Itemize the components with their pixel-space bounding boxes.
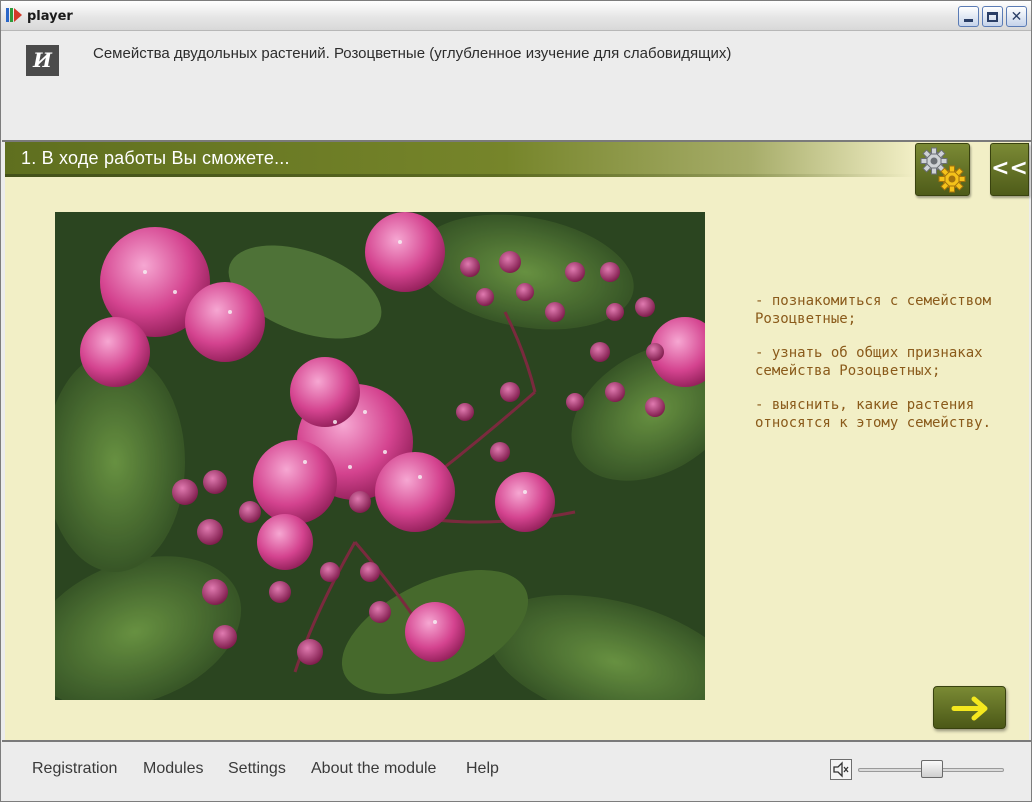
window-title: player: [27, 9, 73, 24]
course-title: Семейства двудольных растений. Розоцветн…: [93, 45, 732, 62]
minimize-button[interactable]: [958, 6, 979, 27]
maximize-icon: [987, 11, 998, 22]
volume-slider-thumb[interactable]: [921, 760, 943, 778]
minimize-icon: [964, 19, 973, 22]
double-chevron-left-icon: <<: [991, 156, 1028, 181]
title-bar: player ✕: [1, 1, 1031, 31]
nav-modules[interactable]: Modules: [143, 760, 203, 778]
close-button[interactable]: ✕: [1006, 6, 1027, 27]
nav-settings[interactable]: Settings: [228, 760, 286, 778]
nav-help[interactable]: Help: [466, 760, 499, 778]
collapse-panel-button[interactable]: <<: [990, 143, 1029, 196]
section-title: 1. В ходе работы Вы сможете...: [21, 148, 290, 168]
settings-button[interactable]: [915, 143, 970, 196]
maximize-button[interactable]: [982, 6, 1003, 27]
logo: И: [26, 45, 59, 76]
course-header: И Семейства двудольных растений. Розоцве…: [2, 32, 1031, 140]
mute-button[interactable]: [830, 759, 852, 780]
player-window: player ✕ И Семейства двудольных растений…: [0, 0, 1032, 802]
flower-photo-image: [55, 212, 705, 700]
objective-item: - познакомиться с семейством Розоцветные…: [755, 293, 992, 327]
footer-bar: Registration Modules Settings About the …: [2, 742, 1031, 801]
close-icon: ✕: [1010, 8, 1023, 25]
objective-item: - выяснить, какие растения относятся к э…: [755, 397, 992, 431]
gear-icon: [920, 147, 966, 193]
objective-item: - узнать об общих признаках семейства Ро…: [755, 345, 983, 379]
speaker-icon: [833, 761, 849, 778]
flower-photo: [55, 212, 705, 700]
app-icon: [6, 8, 22, 22]
nav-registration[interactable]: Registration: [32, 760, 117, 778]
content-area: 1. В ходе работы Вы сможете... << - позн…: [5, 142, 1029, 740]
section-header-bar: 1. В ходе работы Вы сможете...: [5, 142, 915, 177]
nav-about-module[interactable]: About the module: [311, 760, 436, 778]
next-button[interactable]: [933, 686, 1006, 729]
arrow-right-icon: [951, 696, 988, 721]
objectives-list: - познакомиться с семейством Розоцветные…: [755, 292, 1005, 448]
